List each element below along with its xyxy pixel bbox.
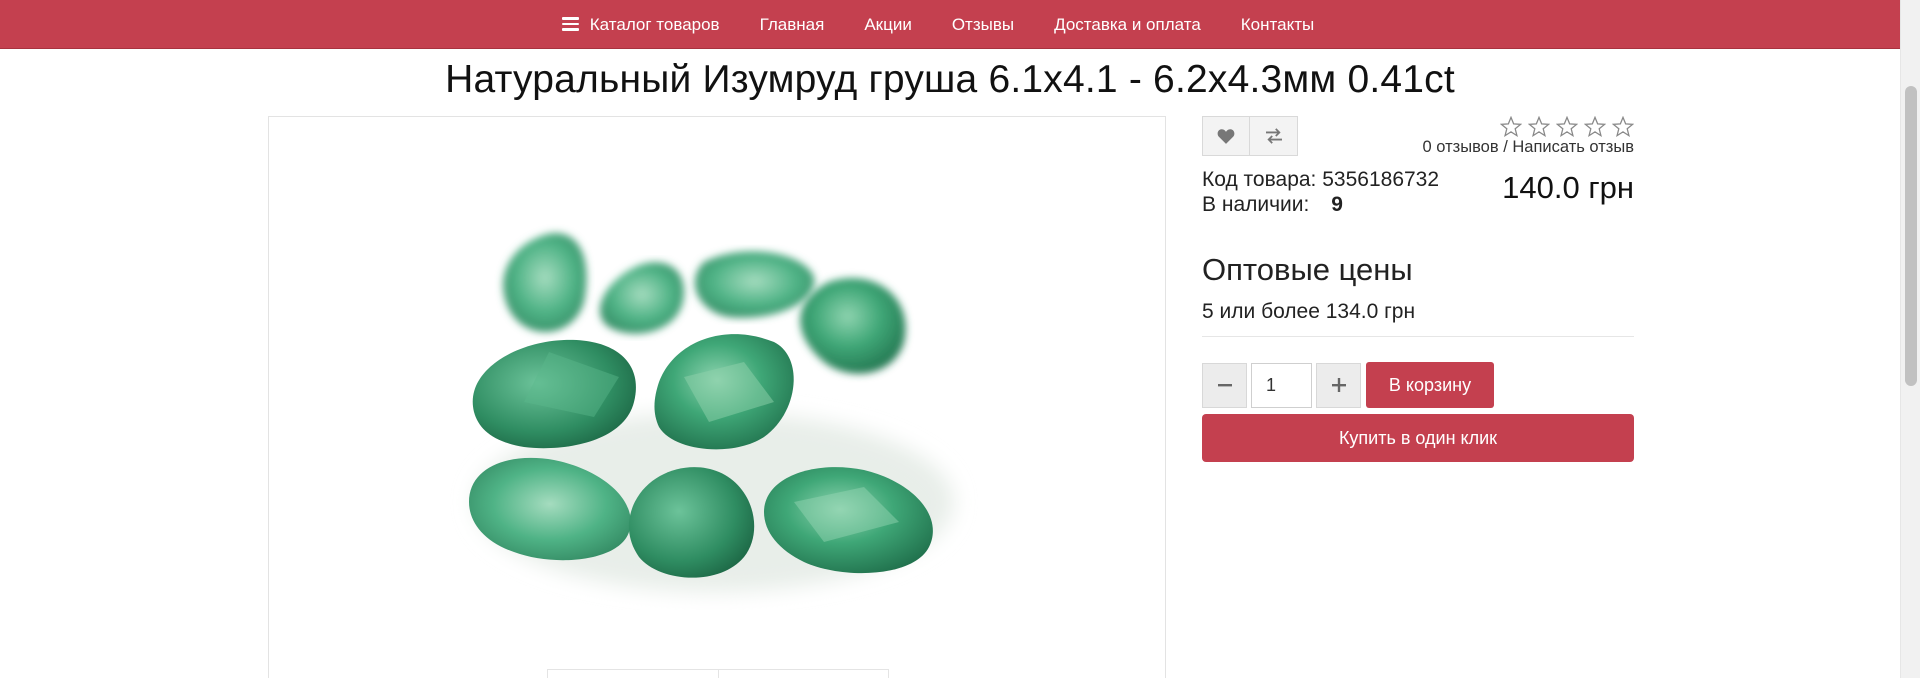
- stock-label: В наличии:: [1202, 193, 1310, 216]
- heart-icon: [1217, 129, 1235, 144]
- nav-item-home[interactable]: Главная: [740, 0, 845, 49]
- nav-item-label: Каталог товаров: [589, 14, 720, 34]
- thumbnail-strip[interactable]: [547, 669, 889, 678]
- star-icon: [1584, 116, 1606, 137]
- product-actions: [1202, 116, 1298, 156]
- nav-item-label: Главная: [759, 14, 825, 34]
- compare-arrows-icon: [1265, 128, 1282, 144]
- nav-item-label: Доставка и оплата: [1054, 14, 1201, 34]
- hamburger-icon: [561, 17, 579, 31]
- product-price: 140.0 грн: [1502, 170, 1634, 205]
- product-title: Натуральный Изумруд груша 6.1x4.1 - 6.2x…: [445, 58, 1455, 101]
- write-review-link[interactable]: Написать отзыв: [1512, 138, 1634, 156]
- wholesale-title: Оптовые цены: [1202, 252, 1413, 287]
- compare-button[interactable]: [1250, 116, 1298, 156]
- page-scrollbar[interactable]: [1900, 0, 1920, 678]
- nav-menu: Каталог товаров Главная Акции Отзывы Дос…: [561, 0, 1334, 49]
- nav-item-label: Отзывы: [951, 14, 1015, 34]
- nav-item-contacts[interactable]: Контакты: [1221, 0, 1334, 49]
- wholesale-price-line: 5 или более 134.0 грн: [1202, 300, 1416, 323]
- top-navigation: Каталог товаров Главная Акции Отзывы Дос…: [0, 0, 1900, 49]
- nav-item-label: Контакты: [1240, 14, 1315, 34]
- nav-item-promotions[interactable]: Акции: [844, 0, 932, 49]
- nav-item-delivery[interactable]: Доставка и оплата: [1034, 0, 1221, 49]
- star-icon: [1556, 116, 1578, 137]
- divider: [1202, 336, 1634, 337]
- thumbnail-divider: [718, 670, 719, 678]
- page: Каталог товаров Главная Акции Отзывы Дос…: [0, 0, 1920, 678]
- quantity-decrease-button[interactable]: [1202, 362, 1247, 408]
- stock-value: 9: [1331, 193, 1343, 216]
- star-icon: [1528, 116, 1550, 137]
- nav-item-label: Акции: [864, 14, 912, 34]
- quantity-increase-button[interactable]: [1316, 362, 1361, 408]
- product-image-panel[interactable]: [268, 116, 1166, 678]
- star-icon: [1500, 116, 1522, 137]
- star-icon: [1612, 116, 1634, 137]
- quantity-input[interactable]: 1: [1251, 362, 1312, 408]
- buy-one-click-button[interactable]: Купить в один клик: [1202, 414, 1634, 462]
- quantity-row: 1 В корзину: [1202, 362, 1494, 408]
- rating-stars[interactable]: [1500, 116, 1634, 137]
- scrollbar-thumb[interactable]: [1905, 86, 1917, 386]
- reviews-count-link[interactable]: 0 отзывов: [1423, 138, 1499, 156]
- stock-status: В наличии: 9: [1202, 193, 1343, 217]
- nav-item-reviews[interactable]: Отзывы: [932, 0, 1034, 49]
- add-to-cart-button[interactable]: В корзину: [1366, 362, 1494, 408]
- product-code-label: Код товара:: [1202, 168, 1317, 191]
- plus-icon: [1331, 378, 1346, 392]
- reviews-separator: /: [1498, 138, 1513, 156]
- minus-icon: [1217, 384, 1232, 387]
- product-image[interactable]: [444, 202, 984, 622]
- product-code-value: 5356186732: [1322, 168, 1440, 191]
- product-code: Код товара: 5356186732: [1202, 168, 1439, 192]
- nav-item-catalog[interactable]: Каталог товаров: [561, 0, 740, 49]
- reviews-line: 0 отзывов / Написать отзыв: [1423, 138, 1634, 157]
- wishlist-button[interactable]: [1202, 116, 1250, 156]
